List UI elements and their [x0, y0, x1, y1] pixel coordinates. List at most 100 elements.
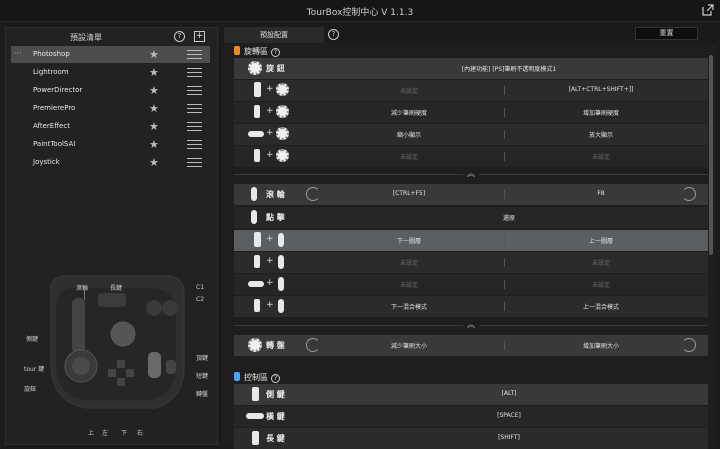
control-row-long[interactable]: 長 鍵 [SHIFT]	[234, 428, 708, 449]
knob-combo-row[interactable]: + 減少筆刷硬度 增加筆刷硬度	[234, 102, 708, 123]
label-side: 側鍵	[26, 336, 39, 343]
dial-label: 轉 盤	[266, 341, 285, 350]
scroll-combo-row[interactable]: + 未設定 未設定	[234, 274, 708, 295]
more-icon[interactable]: ···	[14, 49, 22, 58]
knob-combo-row[interactable]: + 未設定 未設定	[234, 146, 708, 167]
menu-icon[interactable]	[187, 68, 202, 77]
label-scroll: 滾輪	[76, 285, 89, 292]
scroll-combo-row[interactable]: + 下一圖層 上一圖層	[234, 230, 708, 251]
preset-name: Lightroom	[33, 68, 69, 76]
external-window-icon[interactable]	[702, 4, 714, 16]
label-short: 短鍵	[196, 373, 209, 380]
collapse-chevron-icon[interactable]: ︽	[234, 320, 708, 330]
scroll-combo-down: 未設定	[591, 260, 610, 267]
preset-list-header: 預設清單 ? +	[6, 28, 217, 46]
scroll-up-value: [CTRL+F5]	[392, 190, 426, 197]
reset-button[interactable]: 重置	[635, 27, 698, 40]
side-key-icon	[248, 281, 264, 287]
control-row-horizontal[interactable]: 橫 鍵 [SPACE]	[234, 406, 708, 427]
preset-item-powerdirector[interactable]: PowerDirector ★	[11, 82, 210, 99]
short-key-icon	[254, 255, 260, 268]
knob-section-header: 旋轉區?	[234, 46, 280, 57]
scroll-combo-up: 未設定	[399, 282, 418, 289]
dial-ccw-value: 減少筆刷大小	[390, 343, 427, 350]
knob-combo-ccw: 縮小顯示	[396, 132, 421, 139]
scroll-combo-row[interactable]: + 下一混合模式 上一混合模式	[234, 296, 708, 317]
help-icon[interactable]: ?	[328, 29, 339, 40]
label-top: 頂鍵	[196, 355, 209, 362]
top-key-icon	[254, 299, 260, 312]
star-icon[interactable]: ★	[149, 156, 159, 169]
knob-combo-ccw: 未設定	[399, 154, 418, 161]
knob-combo-ccw: 未設定	[399, 88, 418, 95]
dial-row[interactable]: 轉 盤 減少筆刷大小 增加筆刷大小	[234, 335, 708, 356]
collapse-chevron-icon[interactable]: ︽	[234, 169, 708, 179]
menu-icon[interactable]	[187, 140, 202, 149]
help-icon[interactable]: ?	[271, 48, 280, 57]
scroll-wheel-icon	[278, 233, 284, 247]
knob-section-badge	[234, 46, 240, 55]
star-icon[interactable]: ★	[149, 138, 159, 151]
tourbox-device-image	[50, 275, 185, 409]
preset-item-joystick[interactable]: Joystick ★	[11, 154, 210, 171]
star-icon[interactable]: ★	[149, 66, 159, 79]
click-label: 點 擊	[266, 213, 285, 222]
scrollbar[interactable]	[709, 55, 713, 255]
label-down: 下	[121, 430, 128, 437]
preset-name: Photoshop	[33, 50, 70, 58]
label-c2: C2	[196, 296, 205, 303]
preset-list-title: 預設清單	[70, 33, 102, 42]
scroll-wheel-icon	[278, 255, 284, 269]
preset-item-painttoolsai[interactable]: PaintToolSAI ★	[11, 136, 210, 153]
menu-icon[interactable]	[187, 122, 202, 131]
menu-icon[interactable]	[187, 104, 202, 113]
label-knob: 旋鈕	[24, 386, 37, 393]
scroll-combo-row[interactable]: + 未設定 未設定	[234, 252, 708, 273]
label-dial: 轉盤	[196, 391, 209, 398]
scroll-combo-down: 上一混合模式	[582, 304, 619, 311]
control-section-badge	[234, 372, 240, 381]
side-key-icon	[248, 131, 264, 137]
top-key-icon	[254, 149, 260, 162]
scroll-combo-up: 下一混合模式	[390, 304, 427, 311]
scroll-label: 滾 輪	[266, 190, 285, 199]
star-icon[interactable]: ★	[149, 102, 159, 115]
tab-bar: 預設配置 ? 重置	[222, 27, 716, 43]
add-preset-button[interactable]: +	[194, 31, 205, 42]
title-bar: TourBox控制中心 V 1.1.3	[0, 0, 720, 22]
preset-name: Joystick	[33, 158, 60, 166]
preset-name: PowerDirector	[33, 86, 83, 94]
scroll-combo-down: 上一圖層	[588, 238, 613, 245]
preset-item-premierepro[interactable]: PremierePro ★	[11, 100, 210, 117]
help-icon[interactable]: ?	[174, 31, 185, 42]
preset-item-aftereffect[interactable]: AfterEffect ★	[11, 118, 210, 135]
click-value: 還原	[502, 215, 515, 222]
scroll-combo-up: 未設定	[399, 260, 418, 267]
preset-list-panel: 預設清單 ? + ··· Photoshop ★ Lightroom ★ Pow…	[5, 27, 218, 445]
dial-cw-value: 增加筆刷大小	[582, 343, 619, 350]
knob-combo-ccw: 減少筆刷硬度	[390, 110, 427, 117]
knob-icon	[276, 83, 289, 96]
long-key-icon	[252, 431, 259, 445]
knob-row[interactable]: 旋 鈕 [內建功能] [PS]筆刷不透明度模式1	[234, 58, 708, 79]
star-icon[interactable]: ★	[149, 84, 159, 97]
label-left: 左	[102, 430, 109, 437]
short-key-icon	[254, 105, 260, 118]
click-row[interactable]: 點 擊 還原	[234, 207, 708, 228]
menu-icon[interactable]	[187, 50, 202, 59]
scroll-row[interactable]: 滾 輪 [CTRL+F5] F8	[234, 184, 708, 205]
menu-icon[interactable]	[187, 86, 202, 95]
control-row-side[interactable]: 側 鍵 [ALT]	[234, 384, 708, 405]
menu-icon[interactable]	[187, 158, 202, 167]
knob-combo-row[interactable]: + 未設定 [ALT+CTRL+SHIFT+]]	[234, 80, 708, 101]
star-icon[interactable]: ★	[149, 48, 159, 61]
preset-item-photoshop[interactable]: ··· Photoshop ★	[11, 46, 210, 63]
knob-combo-row[interactable]: + 縮小顯示 放大顯示	[234, 124, 708, 145]
star-icon[interactable]: ★	[149, 120, 159, 133]
knob-icon	[248, 61, 262, 75]
control-value: [SPACE]	[497, 412, 521, 419]
help-icon[interactable]: ?	[271, 374, 280, 383]
preset-item-lightroom[interactable]: Lightroom ★	[11, 64, 210, 81]
control-value: [SHIFT]	[498, 434, 520, 441]
tab-preset-config[interactable]: 預設配置	[224, 27, 324, 43]
